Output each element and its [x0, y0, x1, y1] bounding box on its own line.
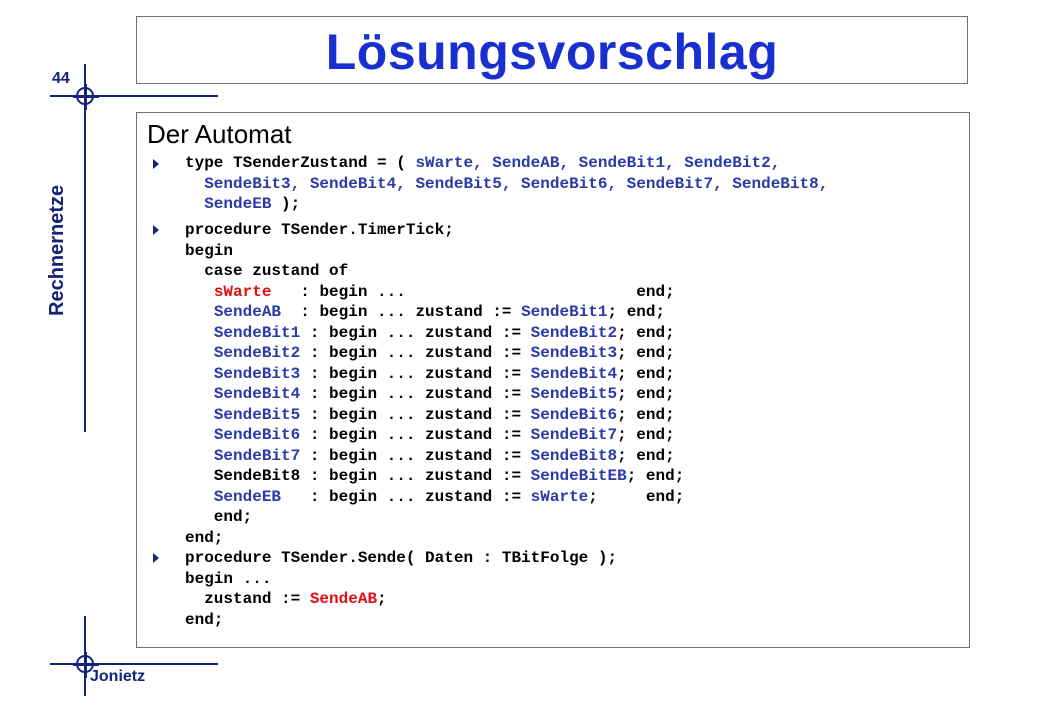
- code-block-sende: procedure TSender.Sende( Daten : TBitFol…: [185, 549, 618, 629]
- bullet-arrow-icon: [153, 225, 159, 235]
- bullet-arrow-icon: [153, 159, 159, 169]
- page-title: Lösungsvorschlag: [325, 24, 779, 80]
- title-box: Lösungsvorschlag: [136, 16, 968, 84]
- crosshair-top-icon: [73, 84, 99, 110]
- author-label: Jonietz: [90, 668, 146, 685]
- page-number: 44: [52, 70, 70, 87]
- content-box: Der Automat type TSenderZustand = ( sWar…: [136, 112, 970, 648]
- section-heading: Der Automat: [147, 119, 292, 149]
- bullet-arrow-icon: [153, 553, 159, 563]
- side-label: Rechnernetze: [46, 184, 68, 316]
- code-block-timertick: procedure TSender.TimerTick; begin case …: [185, 221, 685, 547]
- code-block-type: type TSenderZustand = ( sWarte, SendeAB,…: [185, 154, 829, 213]
- left-vertical-line-top: [84, 64, 86, 432]
